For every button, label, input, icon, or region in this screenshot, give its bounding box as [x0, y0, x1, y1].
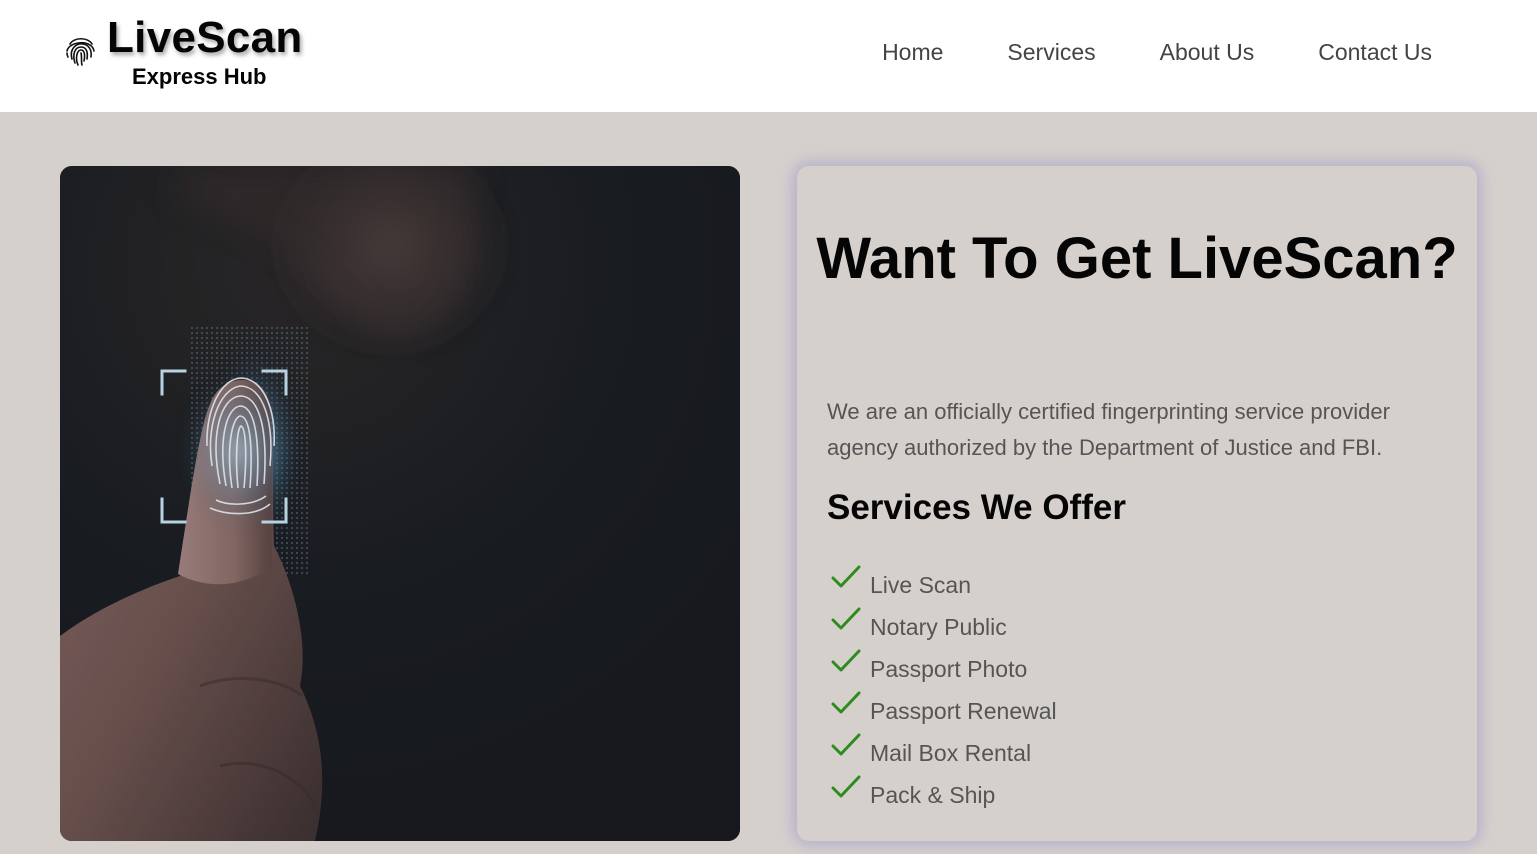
check-icon — [831, 606, 867, 636]
brand-subtitle: Express Hub — [132, 64, 267, 89]
nav-home-link[interactable]: Home — [882, 36, 943, 68]
service-label: Notary Public — [870, 614, 1007, 640]
service-item-live-scan: Live Scan — [827, 562, 1057, 604]
service-label: Passport Renewal — [870, 698, 1057, 724]
hero-fingerprint-image — [60, 166, 740, 841]
nav-contact-link[interactable]: Contact Us — [1318, 36, 1432, 68]
service-item-passport-photo: Passport Photo — [827, 646, 1057, 688]
brand-title: LiveScan — [107, 13, 303, 62]
nav-services-link[interactable]: Services — [1007, 36, 1095, 68]
card-description: We are an officially certified fingerpri… — [827, 399, 1390, 460]
service-label: Mail Box Rental — [870, 740, 1032, 766]
nav-about-link[interactable]: About Us — [1160, 36, 1255, 68]
services-heading: Services We Offer — [827, 488, 1126, 527]
service-item-notary-public: Notary Public — [827, 604, 1057, 646]
service-item-mail-box-rental: Mail Box Rental — [827, 730, 1057, 772]
fingerprint-icon — [64, 34, 98, 68]
check-icon — [831, 774, 867, 804]
main-nav: Home Services About Us Contact Us — [882, 36, 1432, 68]
service-label: Live Scan — [870, 572, 972, 598]
service-item-passport-renewal: Passport Renewal — [827, 688, 1057, 730]
service-label: Pack & Ship — [870, 782, 996, 808]
service-item-pack-and-ship: Pack & Ship — [827, 772, 1057, 814]
livescan-info-card: Want To Get LiveScan? We are an official… — [797, 166, 1477, 841]
brand-logo[interactable]: LiveScan Express Hub — [64, 12, 324, 102]
service-label: Passport Photo — [870, 656, 1028, 682]
services-list: Live Scan Notary Public Passport Photo P… — [827, 562, 1057, 814]
site-header: LiveScan Express Hub Home Services About… — [0, 0, 1537, 112]
check-icon — [831, 564, 867, 594]
check-icon — [831, 690, 867, 720]
card-title: Want To Get LiveScan? — [816, 226, 1458, 291]
check-icon — [831, 732, 867, 762]
check-icon — [831, 648, 867, 678]
